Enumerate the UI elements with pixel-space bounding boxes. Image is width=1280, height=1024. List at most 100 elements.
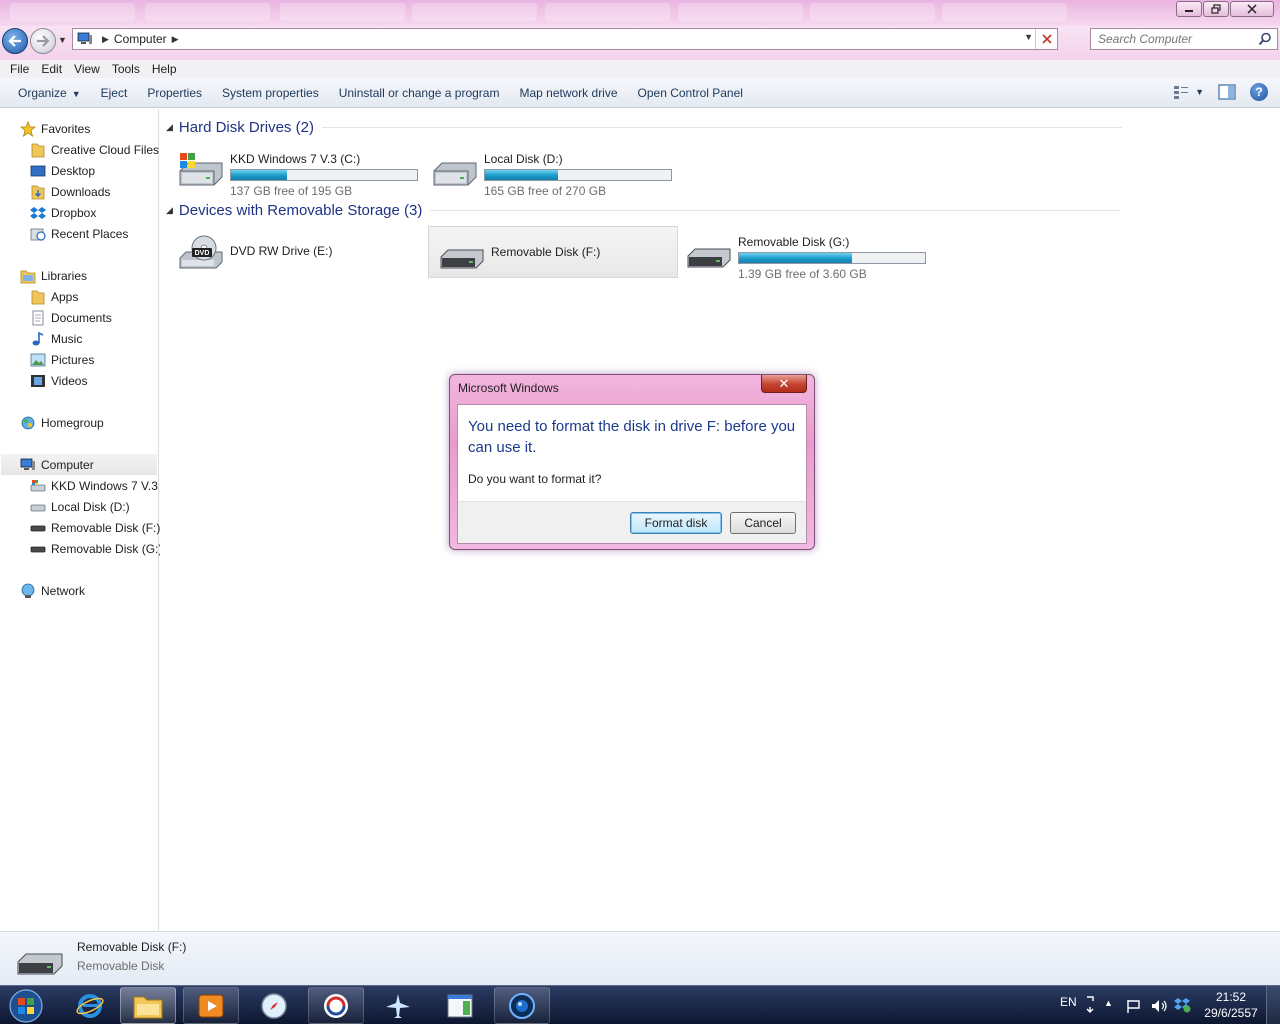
nav-item-desktop[interactable]: Desktop	[30, 160, 95, 181]
browser-tab[interactable]	[280, 3, 405, 21]
language-indicator[interactable]: EN	[1060, 995, 1077, 1009]
forward-button[interactable]	[30, 28, 56, 54]
search-box[interactable]	[1090, 28, 1278, 50]
dialog-close-button[interactable]: ✕	[761, 375, 807, 393]
search-icon[interactable]	[1258, 32, 1272, 46]
nav-item-apps[interactable]: Apps	[30, 286, 78, 307]
open-control-panel-button[interactable]: Open Control Panel	[628, 86, 753, 100]
drive-c[interactable]: KKD Windows 7 V.3 (C:) 137 GB free of 19…	[168, 143, 418, 198]
nav-item-creative-cloud[interactable]: Creative Cloud Files	[30, 139, 159, 160]
drive-e-name: DVD RW Drive (E:)	[230, 244, 333, 258]
address-bar[interactable]: ▶ Computer ▶ ▼	[72, 28, 1058, 50]
browser-tab[interactable]	[942, 3, 1067, 21]
taskbar-internet-explorer[interactable]	[62, 987, 118, 1024]
browser-tab[interactable]	[412, 3, 537, 21]
properties-button[interactable]: Properties	[137, 86, 212, 100]
nav-network[interactable]: Network	[20, 580, 85, 601]
internet-explorer-icon	[76, 993, 104, 1018]
nav-libraries[interactable]: Libraries	[20, 265, 87, 286]
dropbox-tray-icon[interactable]	[1174, 997, 1192, 1013]
nav-item-dropbox[interactable]: Dropbox	[30, 202, 96, 223]
drive-e[interactable]: DVD DVD RW Drive (E:)	[168, 226, 418, 278]
input-method-icon[interactable]	[1084, 994, 1098, 1014]
details-item-type: Removable Disk	[77, 959, 165, 973]
breadcrumb-arrow-icon[interactable]: ▶	[102, 34, 109, 45]
system-properties-button[interactable]: System properties	[212, 86, 329, 100]
menu-help[interactable]: Help	[146, 62, 183, 76]
desktop-icon	[30, 163, 46, 179]
taskbar-document-app[interactable]	[432, 987, 488, 1024]
close-window-button[interactable]	[1230, 1, 1274, 17]
nav-computer-label: Computer	[41, 457, 94, 472]
group-hard-disk-drives[interactable]: ◢ Hard Disk Drives (2)	[166, 119, 1122, 136]
show-desktop-button[interactable]	[1266, 986, 1280, 1024]
stop-button[interactable]	[1035, 29, 1057, 49]
removable-drive-icon	[30, 520, 46, 536]
nav-item-music[interactable]: Music	[30, 328, 82, 349]
uninstall-program-button[interactable]: Uninstall or change a program	[329, 86, 510, 100]
nav-item-drive-f[interactable]: Removable Disk (F:)	[30, 517, 160, 538]
back-arrow-icon	[8, 35, 21, 47]
nav-item-recent-places[interactable]: Recent Places	[30, 223, 128, 244]
nav-item-pictures[interactable]: Pictures	[30, 349, 94, 370]
taskbar-windows-explorer[interactable]	[120, 987, 176, 1024]
browser-tab[interactable]	[145, 3, 270, 21]
address-history-dropdown[interactable]: ▼	[1024, 32, 1033, 42]
preview-pane-icon[interactable]	[1218, 84, 1236, 100]
nav-item-drive-c[interactable]: KKD Windows 7 V.3	[30, 475, 158, 496]
nav-homegroup[interactable]: Homegroup	[20, 412, 104, 433]
menu-tools[interactable]: Tools	[106, 62, 146, 76]
browser-tab[interactable]	[810, 3, 935, 21]
map-network-drive-button[interactable]: Map network drive	[509, 86, 627, 100]
collapse-arrow-icon[interactable]: ◢	[166, 122, 173, 133]
nav-item-downloads[interactable]: Downloads	[30, 181, 110, 202]
taskbar-camera-app[interactable]	[494, 987, 550, 1024]
show-hidden-icons-button[interactable]: ▲	[1104, 998, 1113, 1008]
minimize-button[interactable]	[1176, 1, 1202, 17]
cancel-button[interactable]: Cancel	[730, 512, 796, 534]
taskbar-airplane-app[interactable]	[370, 987, 426, 1024]
nav-item-videos[interactable]: Videos	[30, 370, 87, 391]
drive-f[interactable]: Removable Disk (F:)	[428, 226, 678, 278]
search-input[interactable]	[1098, 32, 1253, 46]
nav-item-drive-g[interactable]: Removable Disk (G:)	[30, 538, 162, 559]
format-disk-button[interactable]: Format disk	[630, 512, 722, 534]
taskbar-safari[interactable]	[246, 987, 302, 1024]
breadcrumb-computer[interactable]: Computer	[114, 32, 167, 46]
taskbar: EN ▲ 21:52 29/6/2557	[0, 985, 1280, 1024]
breadcrumb-arrow-icon[interactable]: ▶	[172, 34, 179, 45]
taskbar-media-player[interactable]	[183, 987, 239, 1024]
nav-item-drive-d[interactable]: Local Disk (D:)	[30, 496, 130, 517]
removable-drive-icon	[30, 541, 46, 557]
maximize-button[interactable]	[1203, 1, 1229, 17]
compass-icon	[261, 992, 287, 1019]
collapse-arrow-icon[interactable]: ◢	[166, 205, 173, 216]
menu-edit[interactable]: Edit	[35, 62, 68, 76]
back-button[interactable]	[2, 28, 28, 54]
clock[interactable]: 21:52 29/6/2557	[1200, 989, 1262, 1021]
drive-d[interactable]: Local Disk (D:) 165 GB free of 270 GB	[422, 143, 672, 198]
drive-g-name: Removable Disk (G:)	[738, 235, 850, 249]
nav-homegroup-label: Homegroup	[41, 415, 104, 430]
help-button[interactable]: ?	[1250, 83, 1268, 101]
recent-pages-dropdown[interactable]: ▼	[58, 35, 67, 45]
browser-tab[interactable]	[678, 3, 803, 21]
volume-icon[interactable]	[1150, 998, 1168, 1014]
organize-button[interactable]: Organize ▼	[8, 86, 91, 100]
action-center-flag-icon[interactable]	[1126, 998, 1142, 1014]
group-removable-storage[interactable]: ◢ Devices with Removable Storage (3)	[166, 202, 1121, 219]
eject-button[interactable]: Eject	[91, 86, 138, 100]
browser-tab[interactable]	[545, 3, 670, 21]
nav-favorites[interactable]: Favorites	[20, 118, 90, 139]
menu-view[interactable]: View	[68, 62, 106, 76]
drive-g-free-space: 1.39 GB free of 3.60 GB	[738, 267, 867, 281]
start-button[interactable]	[4, 988, 48, 1024]
nav-computer[interactable]: Computer	[1, 454, 157, 475]
nav-item-documents[interactable]: Documents	[30, 307, 112, 328]
menu-file[interactable]: File	[4, 62, 35, 76]
browser-tab[interactable]	[10, 3, 135, 21]
change-view-button[interactable]: ▼	[1173, 85, 1204, 99]
drive-g[interactable]: Removable Disk (G:) 1.39 GB free of 3.60…	[676, 226, 926, 281]
taskbar-app-swirl[interactable]	[308, 987, 364, 1024]
clock-time: 21:52	[1215, 990, 1247, 1004]
